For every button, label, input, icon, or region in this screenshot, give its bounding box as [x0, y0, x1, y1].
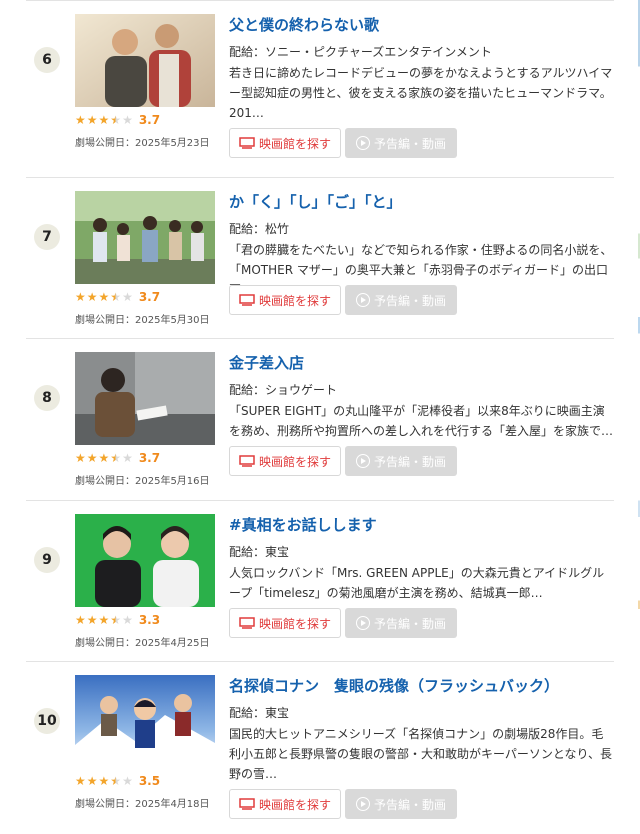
release-date: 劇場公開日：2025年5月30日 — [75, 315, 210, 326]
rank-badge: 10 — [34, 708, 60, 734]
distributor: 配給：ショウゲート — [229, 383, 338, 397]
rating: ★ ★ ★ ★ ★ 3.3 — [75, 613, 160, 627]
find-theater-button[interactable]: 映画館を探す — [229, 608, 341, 638]
distributor: 配給：東宝 — [229, 545, 290, 559]
find-theater-label: 映画館を探す — [258, 136, 331, 151]
movie-poster-thumbnail[interactable] — [75, 352, 215, 445]
play-icon — [355, 454, 370, 468]
rating: ★ ★ ★ ★ ★ 3.7 — [75, 290, 160, 304]
distributor: 配給：松竹 — [229, 222, 290, 236]
rating: ★ ★ ★ ★ ★ 3.7 — [75, 451, 160, 465]
rating-score: 3.7 — [138, 451, 161, 465]
movie-description: 若き日に諦めたレコードデビューの夢をかなえようとするアルツハイマー型認知症の男性… — [229, 66, 613, 120]
movie-description: 人気ロックバンド「Mrs. GREEN APPLE」の大森元貴とアイドルグループ… — [229, 566, 605, 600]
find-theater-label: 映画館を探す — [258, 293, 331, 308]
theater-icon — [239, 798, 255, 810]
movie-title-link[interactable]: か「く」「し」「ご」「と」 — [229, 191, 402, 212]
play-icon — [355, 136, 370, 150]
find-theater-label: 映画館を探す — [258, 797, 331, 812]
star-rating-icon: ★ ★ ★ ★ ★ — [75, 613, 133, 627]
rating: ★ ★ ★ ★ ★ 3.7 — [75, 113, 160, 127]
distributor: 配給：東宝 — [229, 706, 290, 720]
rating: ★ ★ ★ ★ ★ 3.5 — [75, 774, 160, 788]
rank-badge: 8 — [34, 385, 60, 411]
rating-score: 3.7 — [138, 290, 161, 304]
trailer-label: 予告編・動画 — [373, 293, 446, 308]
movie-poster-thumbnail[interactable] — [75, 14, 215, 107]
movie-entry: 7 ★ ★ ★ ★ ★ 3.7 劇場公開日：2025年5月30日 か「く」「し」「ご」「… — [26, 177, 614, 339]
find-theater-label: 映画館を探す — [258, 454, 331, 469]
theater-icon — [239, 137, 255, 149]
rank-badge: 7 — [34, 224, 60, 250]
star-rating-icon: ★ ★ ★ ★ ★ — [75, 113, 133, 127]
movie-title-link[interactable]: #真相をお話しします — [229, 514, 377, 535]
rank-badge: 6 — [34, 47, 60, 73]
movie-title-link[interactable]: 名探偵コナン 隻眼の残像（フラッシュバック） — [229, 675, 559, 696]
find-theater-button[interactable]: 映画館を探す — [229, 128, 341, 158]
movie-title-link[interactable]: 父と僕の終わらない歌 — [229, 14, 379, 35]
theater-icon — [239, 455, 255, 467]
movie-description: 「SUPER EIGHT」の丸山隆平が「泥棒役者」以来8年ぶりに映画主演を務め、… — [229, 404, 614, 438]
movie-poster-thumbnail[interactable] — [75, 191, 215, 284]
movie-description: 国民的大ヒットアニメシリーズ「名探偵コナン」の劇場版28作目。毛利小五郎と長野県… — [229, 727, 613, 781]
trailer-button[interactable]: 予告編・動画 — [345, 608, 457, 638]
movie-poster-thumbnail[interactable] — [75, 675, 215, 768]
distributor: 配給：ソニー・ピクチャーズエンタテインメント — [229, 45, 492, 59]
movie-entry: 8 ★ ★ ★ ★ ★ 3.7 劇場公開日：2025年5月16日 金子差入店 配給：ショ… — [26, 338, 614, 501]
movie-entry: 9 ★ ★ ★ ★ ★ 3.3 劇場公開日：2025年4月25日 #真相をお話しします … — [26, 500, 614, 662]
star-rating-icon: ★ ★ ★ ★ ★ — [75, 290, 133, 304]
trailer-button[interactable]: 予告編・動画 — [345, 128, 457, 158]
star-rating-icon: ★ ★ ★ ★ ★ — [75, 774, 133, 788]
release-date: 劇場公開日：2025年4月18日 — [75, 799, 210, 810]
rating-score: 3.7 — [138, 113, 161, 127]
movie-poster-thumbnail[interactable] — [75, 514, 215, 607]
release-date: 劇場公開日：2025年5月16日 — [75, 476, 210, 487]
movie-entry: 10 ★ ★ ★ ★ ★ 3.5 劇場公開日：2025年4月18日 名探偵コナン 隻眼の… — [26, 661, 614, 833]
trailer-label: 予告編・動画 — [373, 136, 446, 151]
play-icon — [355, 797, 370, 811]
find-theater-label: 映画館を探す — [258, 616, 331, 631]
release-date: 劇場公開日：2025年4月25日 — [75, 638, 210, 649]
theater-icon — [239, 294, 255, 306]
trailer-label: 予告編・動画 — [373, 616, 446, 631]
trailer-label: 予告編・動画 — [373, 797, 446, 812]
movie-title-link[interactable]: 金子差入店 — [229, 352, 304, 373]
find-theater-button[interactable]: 映画館を探す — [229, 446, 341, 476]
trailer-button[interactable]: 予告編・動画 — [345, 285, 457, 315]
trailer-button[interactable]: 予告編・動画 — [345, 789, 457, 819]
rank-badge: 9 — [34, 547, 60, 573]
movie-entry: 6 ★ ★ ★ ★ ★ 3.7 劇場公開日：2025年5月23日 父と僕の終わらない歌 … — [26, 0, 614, 178]
find-theater-button[interactable]: 映画館を探す — [229, 285, 341, 315]
find-theater-button[interactable]: 映画館を探す — [229, 789, 341, 819]
trailer-button[interactable]: 予告編・動画 — [345, 446, 457, 476]
theater-icon — [239, 617, 255, 629]
play-icon — [355, 616, 370, 630]
release-date: 劇場公開日：2025年5月23日 — [75, 138, 210, 149]
star-rating-icon: ★ ★ ★ ★ ★ — [75, 451, 133, 465]
rating-score: 3.5 — [138, 774, 161, 788]
trailer-label: 予告編・動画 — [373, 454, 446, 469]
play-icon — [355, 293, 370, 307]
rating-score: 3.3 — [138, 613, 161, 627]
